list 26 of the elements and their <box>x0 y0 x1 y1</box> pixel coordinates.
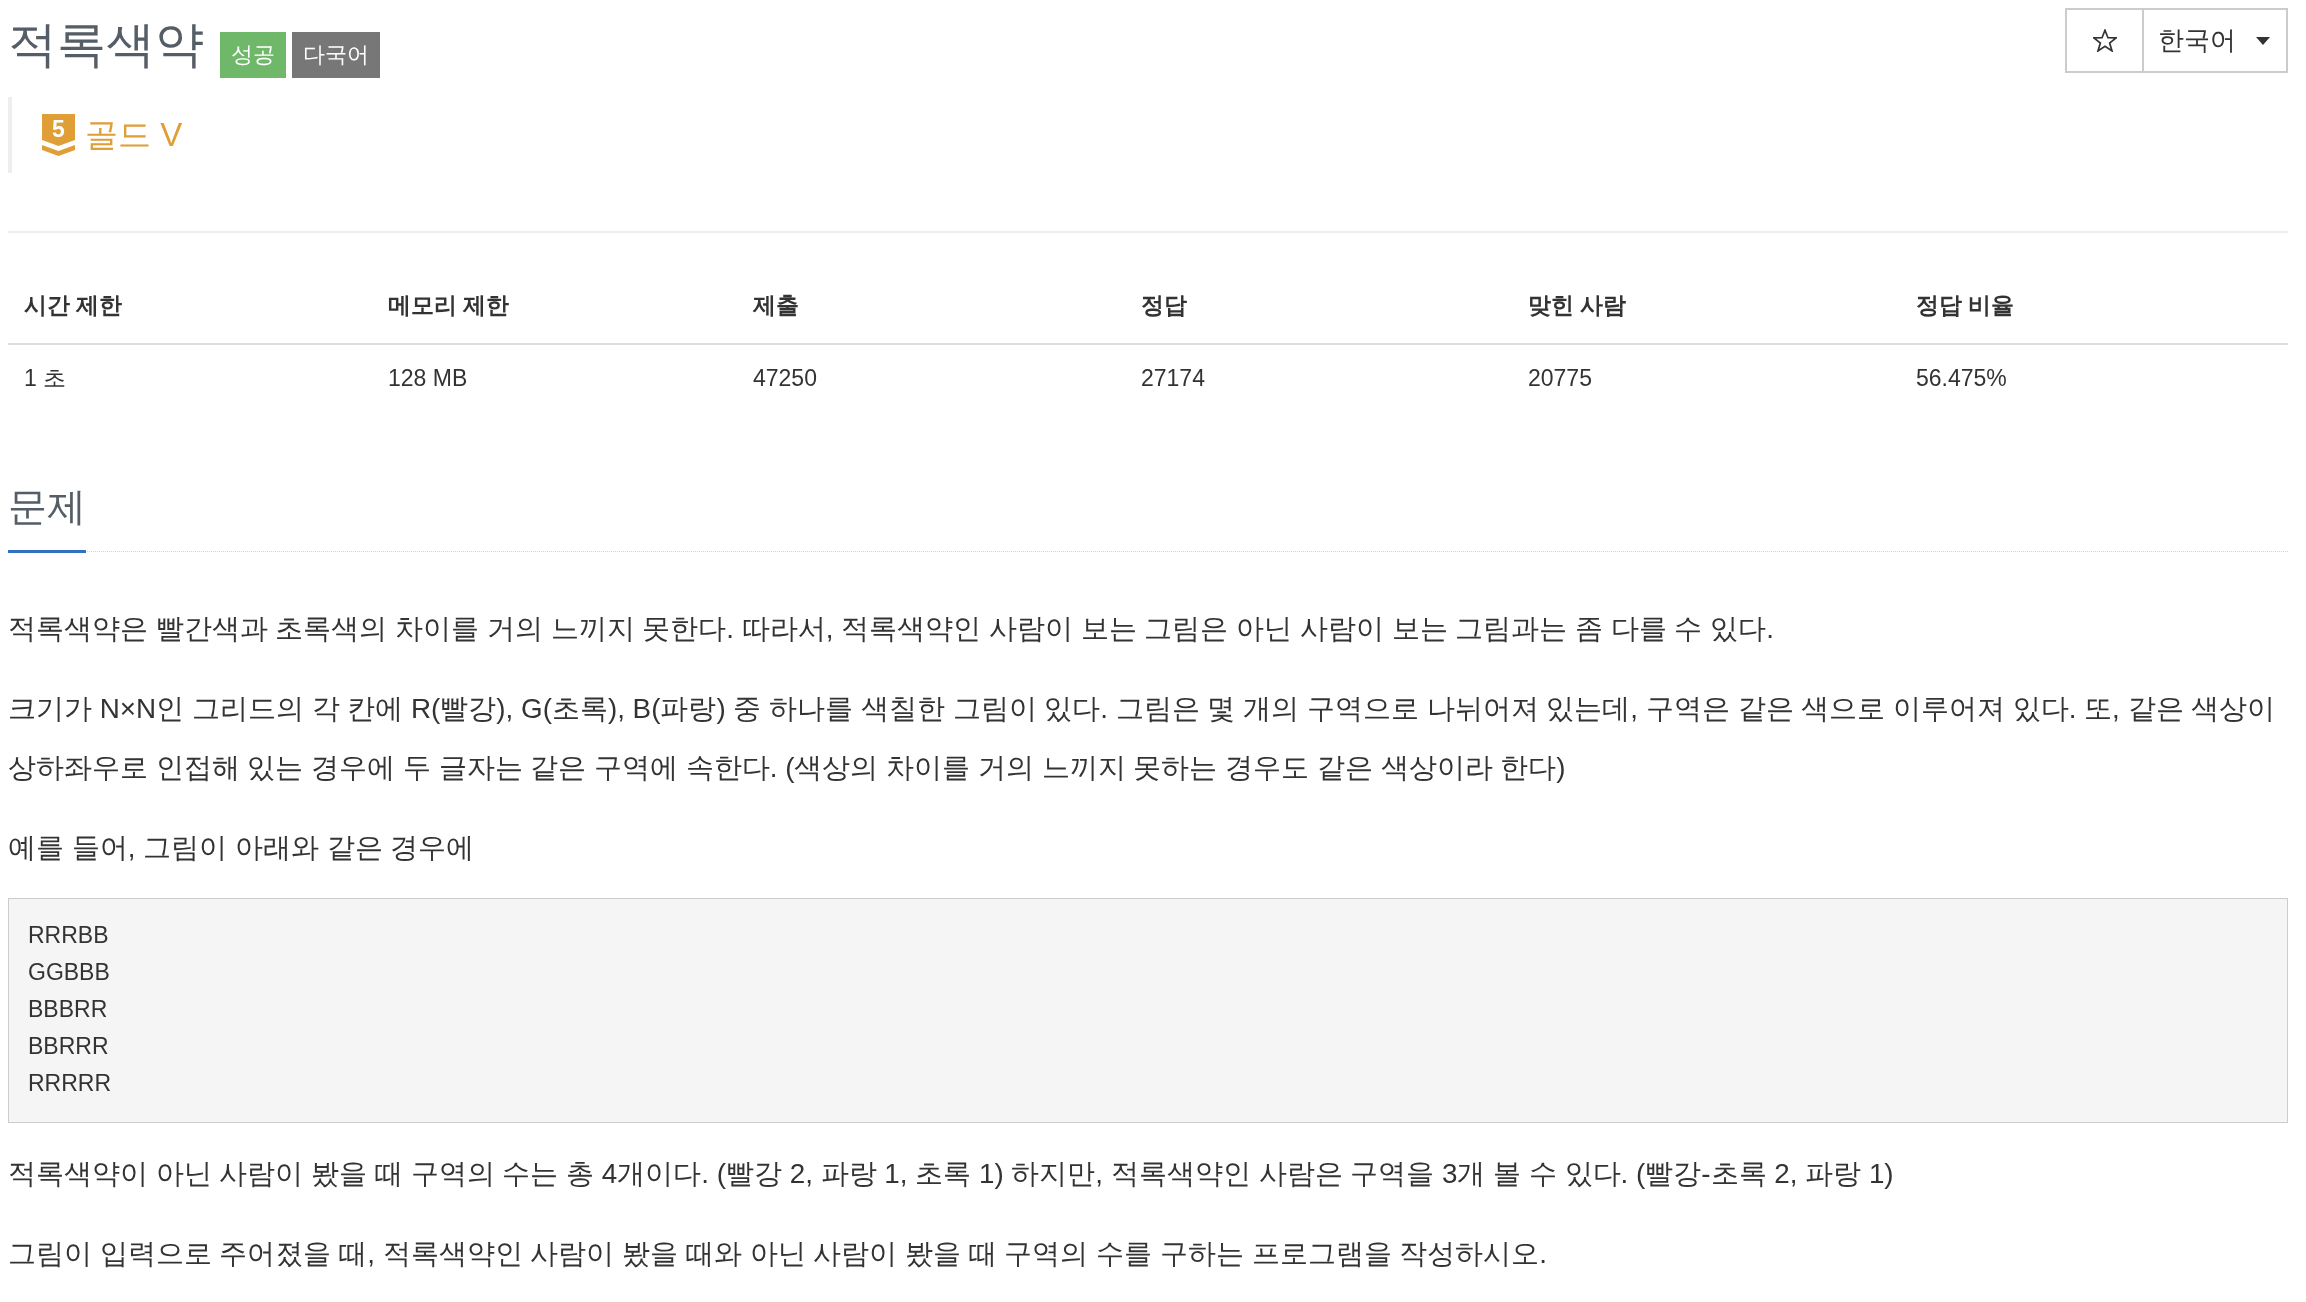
table-cell-text: 56.475% <box>1915 364 2008 393</box>
table-cell-text: 1 초 <box>23 364 68 393</box>
column-header: 정답 비율 <box>1900 268 2288 345</box>
column-header: 정답 <box>1125 268 1512 345</box>
column-header: 메모리 제한 <box>372 268 737 345</box>
table-cell-text: 128 MB <box>387 364 469 393</box>
problem-text: 예를 들어, 그림이 아래와 같은 경우에 <box>8 831 476 865</box>
column-header: 제출 <box>737 268 1125 345</box>
problem-text: 그림이 입력으로 주어졌을 때, 적록색약인 사람이 봤을 때와 아닌 사람이 봤을 때 구역의 수를 구하는 프로그램을 작성하시오. <box>8 1237 1548 1271</box>
problem-text: 적록색약이 아닌 사람이 봤을 때 구역의 수는 총 4개이다. (빨강 2, 파랑 1, 초록 1) 하지만, 적록색약인 사람은 구역을 3개 볼 수 있다. (빨강-초록 2, 파랑 1) <box>8 1157 1895 1191</box>
table-cell-text: 47250 <box>752 364 818 393</box>
caret-icon <box>2256 36 2270 45</box>
problem-text: 적록색약은 빨간색과 초록색의 차이를 거의 느끼지 못한다. 따라서, 적록색약인 사람이 보는 그림은 아닌 사람이 보는 그림과는 좀 다를 수 있다. <box>8 612 1775 646</box>
language-tag: 다국어 <box>292 32 380 78</box>
language-dropdown[interactable]: 한국어 <box>2142 8 2288 73</box>
table-cell-text: 27174 <box>1140 364 1206 393</box>
example-grid: RRRBB GGBBB BBBRR BBRRR RRRRR <box>8 898 2288 1123</box>
problem-title: 적록색약 <box>8 16 204 73</box>
column-header: 맞힌 사람 <box>1512 268 1900 345</box>
section-heading: 문제 <box>8 479 86 553</box>
problem-text: 크기가 N×N인 그리드의 각 칸에 R(빨강), G(초록), B(파랑) 중 하나를 색칠한 그림이 있다. 그림은 몇 개의 구역으로 나뉘어져 있는데, 구역은 같은 색으로 이루어져 있다. 또, 같은 색상이 상하좌우로 인접해 있는 경우에 두 글자는 같은 구역에 속한다. (색상의 차이를 거의 느끼지 못하는 경우도 같은 색상이라 한다) <box>8 692 2277 785</box>
favorite-button[interactable] <box>2065 8 2144 73</box>
table-cell-text: 20775 <box>1527 364 1593 393</box>
result-tag: 성공 <box>220 32 286 78</box>
tier-name: 골드 V <box>85 115 183 155</box>
column-header: 시간 제한 <box>8 268 372 345</box>
